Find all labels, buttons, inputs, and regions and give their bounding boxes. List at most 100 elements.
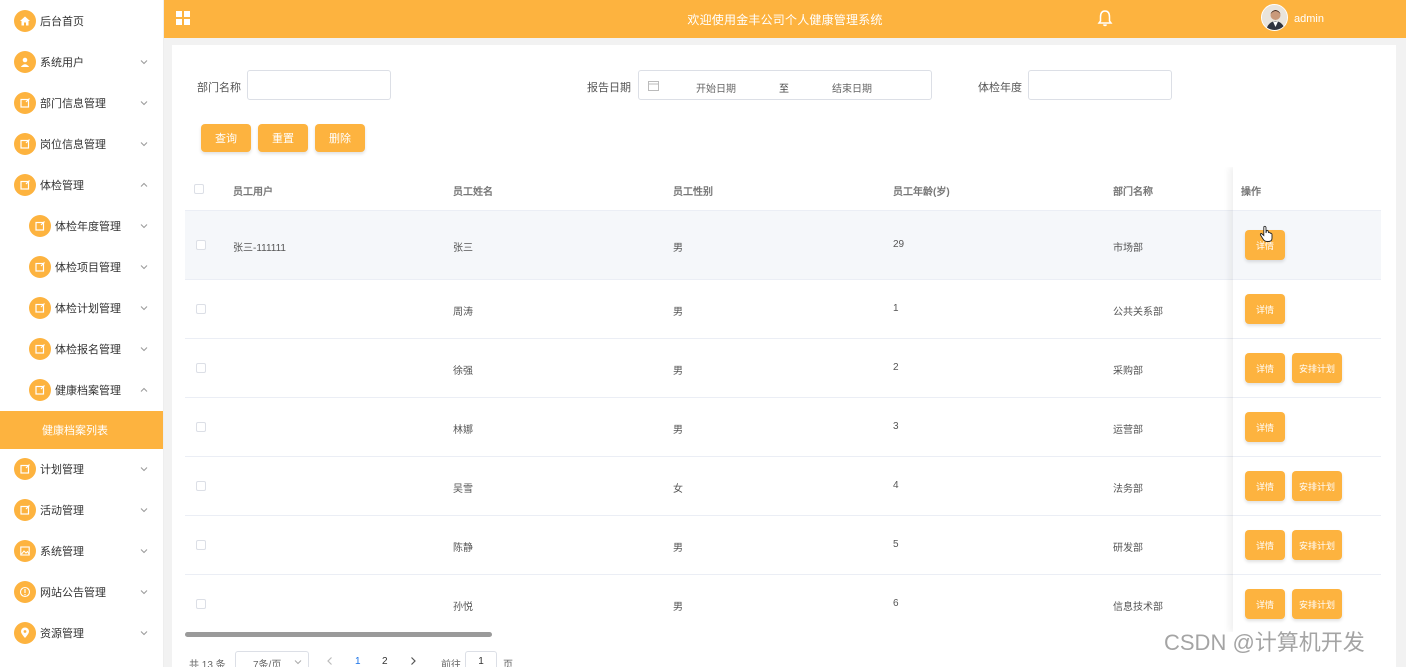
row-checkbox[interactable] — [196, 240, 206, 250]
cell-gender: 男 — [673, 602, 683, 613]
detail-button[interactable]: 详情 — [1245, 589, 1285, 619]
cell-dept: 研发部 — [1113, 543, 1143, 554]
cell-age: 1 — [893, 303, 899, 314]
page-size-select[interactable]: 7条/页 — [235, 651, 309, 667]
sidebar-item-resource[interactable]: 资源管理 — [0, 613, 163, 653]
arrange-plan-button[interactable]: 安排计划 — [1292, 530, 1342, 560]
calendar-icon — [648, 81, 659, 91]
sidebar-item-notice[interactable]: 网站公告管理 — [0, 572, 163, 612]
edit-icon — [14, 499, 36, 521]
goto-label: 前往 — [441, 660, 461, 667]
row-checkbox[interactable] — [196, 599, 206, 609]
cell-name: 陈静 — [453, 543, 473, 554]
table-row: 张三-111111 张三 男 29 市场部 详情 — [185, 211, 1381, 280]
sidebar-item-label: 健康档案管理 — [55, 385, 121, 397]
edit-icon — [29, 338, 51, 360]
watermark: CSDN @计算机开发 — [1164, 630, 1365, 655]
detail-button[interactable]: 详情 — [1245, 471, 1285, 501]
hand-cursor-icon — [1259, 225, 1273, 242]
row-checkbox[interactable] — [196, 540, 206, 550]
sidebar-item-checkup-signup[interactable]: 体检报名管理 — [0, 329, 163, 369]
reset-button[interactable]: 重置 — [258, 124, 308, 152]
end-date-input[interactable]: 结束日期 — [832, 80, 872, 95]
image-icon — [14, 540, 36, 562]
sidebar-item-post[interactable]: 岗位信息管理 — [0, 124, 163, 164]
table-row: 林娜 男 3 运营部 详情 — [185, 398, 1381, 457]
query-button[interactable]: 查询 — [201, 124, 251, 152]
chevron-down-icon — [140, 224, 148, 229]
edit-icon — [29, 379, 51, 401]
cell-dept: 信息技术部 — [1113, 602, 1163, 613]
cell-gender: 男 — [673, 307, 683, 318]
arrange-plan-button[interactable]: 安排计划 — [1292, 471, 1342, 501]
sidebar-item-label: 体检报名管理 — [55, 344, 121, 356]
username[interactable]: admin — [1294, 13, 1324, 25]
avatar[interactable] — [1261, 4, 1288, 31]
chevron-down-icon — [140, 265, 148, 270]
sidebar-item-label: 体检计划管理 — [55, 303, 121, 315]
prev-page-icon[interactable] — [325, 655, 335, 667]
bell-icon[interactable] — [1097, 9, 1113, 27]
sidebar-item-health-record-list[interactable]: 健康档案列表 — [0, 411, 163, 449]
chevron-down-icon — [140, 631, 148, 636]
row-checkbox[interactable] — [196, 363, 206, 373]
edit-icon — [14, 174, 36, 196]
cell-name: 孙悦 — [453, 602, 473, 613]
sidebar-item-home[interactable]: 后台首页 — [0, 1, 163, 41]
date-range-picker[interactable]: 开始日期 至 结束日期 — [638, 70, 932, 100]
cell-gender: 男 — [673, 243, 683, 254]
sidebar-item-dept[interactable]: 部门信息管理 — [0, 83, 163, 123]
sidebar-item-checkup-plan[interactable]: 体检计划管理 — [0, 288, 163, 328]
chevron-down-icon — [140, 142, 148, 147]
cell-gender: 男 — [673, 425, 683, 436]
sidebar-item-system-users[interactable]: 系统用户 — [0, 42, 163, 82]
sidebar-item-health-record[interactable]: 健康档案管理 — [0, 370, 163, 410]
table-row: 徐强 男 2 采购部 详情 安排计划 — [185, 339, 1381, 398]
data-table: 员工用户 员工姓名 员工性别 员工年龄(岁) 部门名称 操作 张三-111111… — [185, 167, 1381, 632]
total-count: 共 13 条 — [189, 660, 226, 667]
page-1[interactable]: 1 — [355, 656, 361, 667]
col-header-user: 员工用户 — [233, 187, 273, 198]
sidebar-item-system[interactable]: 系统管理 — [0, 531, 163, 571]
detail-button[interactable]: 详情 — [1245, 412, 1285, 442]
arrange-plan-button[interactable]: 安排计划 — [1292, 353, 1342, 383]
page-2[interactable]: 2 — [382, 656, 388, 667]
sidebar-item-label: 健康档案列表 — [42, 425, 108, 437]
sidebar-item-checkup[interactable]: 体检管理 — [0, 165, 163, 205]
sidebar-item-activity[interactable]: 活动管理 — [0, 490, 163, 530]
sidebar-item-checkup-year[interactable]: 体检年度管理 — [0, 206, 163, 246]
chevron-down-icon — [294, 660, 302, 665]
top-bar: 欢迎使用金丰公司个人健康管理系统 admin — [164, 0, 1406, 38]
cell-gender: 女 — [673, 484, 683, 495]
chevron-down-icon — [140, 549, 148, 554]
sidebar-item-checkup-item[interactable]: 体检项目管理 — [0, 247, 163, 287]
table-header: 员工用户 员工姓名 员工性别 员工年龄(岁) 部门名称 操作 — [185, 167, 1381, 211]
sidebar-item-label: 体检管理 — [40, 180, 84, 192]
sidebar-item-label: 系统管理 — [40, 546, 84, 558]
scrollbar-thumb[interactable] — [185, 632, 492, 637]
arrange-plan-button[interactable]: 安排计划 — [1292, 589, 1342, 619]
col-header-name: 员工姓名 — [453, 187, 493, 198]
detail-button[interactable]: 详情 — [1245, 353, 1285, 383]
year-input[interactable] — [1028, 70, 1172, 100]
row-checkbox[interactable] — [196, 422, 206, 432]
dept-input[interactable] — [247, 70, 391, 100]
sidebar-item-label: 资源管理 — [40, 628, 84, 640]
select-all-checkbox[interactable] — [194, 184, 204, 194]
next-page-icon[interactable] — [408, 655, 418, 667]
goto-page-input[interactable]: 1 — [465, 651, 497, 667]
table-row: 陈静 男 5 研发部 详情 安排计划 — [185, 516, 1381, 575]
detail-button[interactable]: 详情 — [1245, 294, 1285, 324]
row-checkbox[interactable] — [196, 304, 206, 314]
row-checkbox[interactable] — [196, 481, 206, 491]
delete-button[interactable]: 删除 — [315, 124, 365, 152]
start-date-input[interactable]: 开始日期 — [696, 80, 736, 95]
sidebar-item-plan[interactable]: 计划管理 — [0, 449, 163, 489]
cell-age: 2 — [893, 362, 899, 373]
cell-age: 29 — [893, 239, 905, 250]
cell-dept: 公共关系部 — [1113, 307, 1163, 318]
cell-dept: 市场部 — [1113, 243, 1143, 254]
chevron-down-icon — [140, 60, 148, 65]
detail-button[interactable]: 详情 — [1245, 530, 1285, 560]
chevron-down-icon — [140, 347, 148, 352]
